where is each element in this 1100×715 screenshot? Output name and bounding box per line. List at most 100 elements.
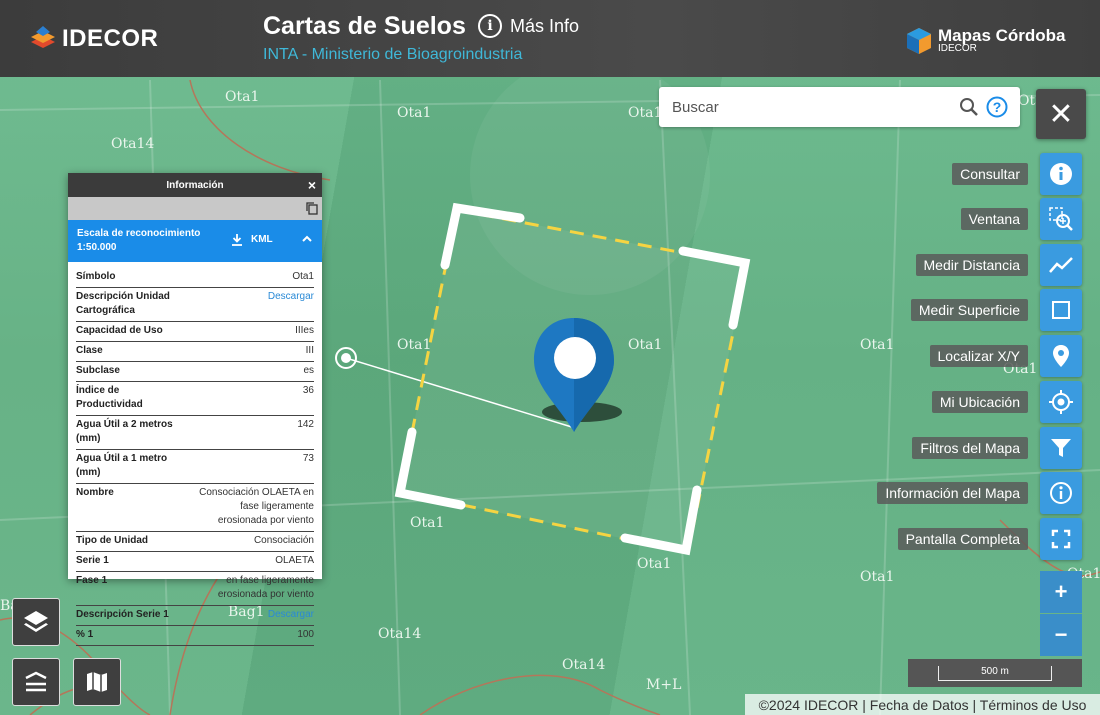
measure-distance-icon[interactable] (1040, 244, 1082, 286)
tool-filtros[interactable]: Filtros del Mapa (912, 427, 1082, 469)
more-info-link[interactable]: i Más Info (478, 14, 579, 38)
soil-label: Ota1 (860, 569, 895, 585)
idecor-logo[interactable]: IDECOR (28, 24, 158, 54)
layers-icon (24, 611, 48, 632)
soil-label: Ota14 (111, 136, 155, 152)
table-row: Agua Útil a 2 metros (mm) 142 (76, 416, 314, 450)
table-row: Agua Útil a 1 metro (mm) 73 (76, 450, 314, 484)
fullscreen-icon[interactable] (1040, 518, 1082, 560)
info-panel-title: Información (166, 179, 224, 191)
table-row: Serie 1 OLAETA (76, 552, 314, 572)
info-panel-toolbar (68, 197, 322, 220)
download-icon (232, 234, 242, 246)
close-icon[interactable]: × (308, 177, 316, 193)
tool-label: Medir Distancia (915, 254, 1028, 276)
row-value: 100 (297, 629, 314, 640)
section-title: Escala de reconocimiento (77, 228, 201, 239)
search-input[interactable] (670, 97, 944, 117)
tool-consultar[interactable]: Consultar (952, 153, 1082, 195)
scale-label: 500 m (938, 665, 1052, 681)
tool-label: Ventana (960, 208, 1028, 230)
kml-download-button[interactable]: KML (231, 233, 273, 246)
search-box: ? (659, 87, 1020, 127)
mapas-cordoba-logo-icon (907, 28, 931, 54)
zoom-controls: + − (1040, 571, 1082, 656)
row-key: Capacidad de Uso (76, 325, 163, 336)
row-value: es (303, 365, 314, 376)
row-key: Descripción Serie 1 (76, 609, 169, 620)
tool-medir-distancia[interactable]: Medir Distancia (915, 244, 1082, 286)
chevron-up-icon[interactable] (301, 233, 313, 245)
row-key: Clase (76, 345, 103, 356)
soil-label: M+L (646, 677, 682, 693)
mapas-cordoba-logo[interactable]: Mapas Córdoba IDECOR (904, 26, 1066, 56)
filter-icon[interactable] (1040, 427, 1082, 469)
tool-label: Información del Mapa (877, 482, 1028, 504)
my-location-icon[interactable] (1040, 381, 1082, 423)
attribution[interactable]: ©2024 IDECOR | Fecha de Datos | Términos… (745, 694, 1100, 715)
partner-subtitle: IDECOR (938, 43, 977, 54)
download-link[interactable]: Descargar (268, 608, 314, 622)
info-panel-rows: Símbolo Ota1 Descripción Unidad Cartográfi… (68, 262, 322, 646)
search-icon[interactable] (959, 97, 979, 117)
row-key: Agua Útil a 2 metros (mm) (76, 419, 173, 444)
table-row: Fase 1 en fase ligeramente erosionada por… (76, 572, 314, 606)
tool-label: Filtros del Mapa (912, 437, 1028, 459)
zoom-in-button[interactable]: + (1040, 571, 1082, 613)
zoom-out-button[interactable]: − (1040, 614, 1082, 656)
layers-button[interactable] (12, 598, 60, 646)
tool-informacion-mapa[interactable]: Información del Mapa (877, 472, 1082, 514)
zoom-window-icon[interactable] (1040, 198, 1082, 240)
tool-medir-superficie[interactable]: Medir Superficie (910, 289, 1082, 331)
tool-label: Medir Superficie (910, 299, 1028, 321)
info-panel-header: Información × (68, 173, 322, 197)
map-icon (87, 672, 107, 692)
table-row: Tipo de Unidad Consociación (76, 532, 314, 552)
close-icon: ✕ (1048, 97, 1074, 131)
legend-button[interactable] (12, 658, 60, 706)
info-panel-section[interactable]: Escala de reconocimiento 1:50.000 KML (68, 220, 322, 262)
row-value: Ota1 (292, 271, 314, 282)
table-row: Clase III (76, 342, 314, 362)
row-value: en fase ligeramente erosionada por vient… (217, 575, 314, 600)
app-header: IDECOR Cartas de Suelos i Más Info INTA … (0, 0, 1100, 77)
row-value: 142 (297, 419, 314, 430)
row-key: Descripción Unidad Cartográfica (76, 291, 170, 316)
section-scale: 1:50.000 (77, 242, 117, 253)
tool-pantalla-completa[interactable]: Pantalla Completa (897, 518, 1082, 560)
scale-bar: 500 m (908, 659, 1082, 687)
row-value: Consociación (253, 535, 314, 546)
tool-label: Pantalla Completa (897, 528, 1028, 550)
info-panel: Información × Escala de reconocimiento 1… (68, 173, 322, 646)
soil-label: Ota1 (410, 515, 445, 531)
table-row: Nombre Consociación OLAETA en fase ligera… (76, 484, 314, 532)
row-key: Serie 1 (76, 555, 109, 566)
tool-localizar-xy[interactable]: Localizar X/Y (929, 335, 1082, 377)
soil-label: Ota14 (378, 626, 422, 642)
close-button[interactable]: ✕ (1036, 89, 1086, 139)
info-icon: i (478, 14, 502, 38)
legend-icon (25, 671, 47, 692)
soil-label: Ota1 (397, 337, 432, 353)
svg-text:?: ? (993, 99, 1002, 115)
map-info-icon[interactable] (1040, 472, 1082, 514)
copy-icon[interactable] (306, 202, 318, 215)
measure-area-icon[interactable] (1040, 289, 1082, 331)
row-key: Fase 1 (76, 575, 108, 586)
row-key: Nombre (76, 487, 114, 498)
table-row: Descripción Unidad Cartográfica Descargar (76, 288, 314, 322)
partner-title: Mapas Córdoba (938, 26, 1066, 45)
tool-ventana[interactable]: Ventana (960, 198, 1082, 240)
info-icon[interactable] (1040, 153, 1082, 195)
basemap-button[interactable] (73, 658, 121, 706)
row-value: III (305, 345, 314, 356)
location-pin-icon[interactable] (1040, 335, 1082, 377)
row-key: Agua Útil a 1 metro (mm) (76, 453, 168, 478)
table-row: Descripción Serie 1 Descargar (76, 606, 314, 626)
page-title: Cartas de Suelos (263, 12, 466, 40)
soil-label: Ota1 (397, 105, 432, 121)
row-value: OLAETA (275, 555, 314, 566)
tool-mi-ubicacion[interactable]: Mi Ubicación (931, 381, 1082, 423)
download-link[interactable]: Descargar (268, 290, 314, 318)
help-icon[interactable]: ? (986, 96, 1008, 118)
